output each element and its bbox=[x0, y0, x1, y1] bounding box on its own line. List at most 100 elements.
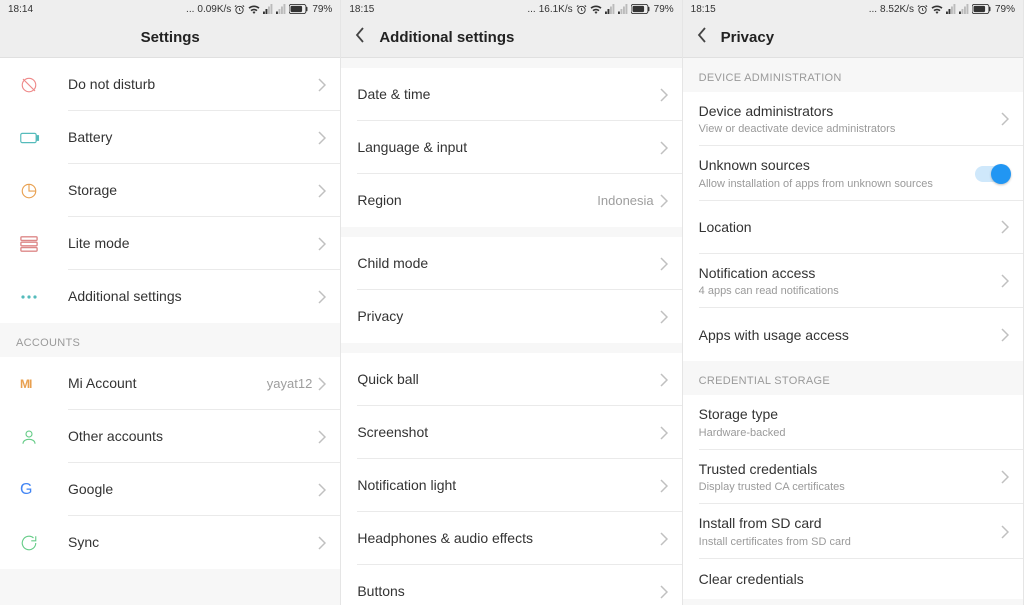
row-label: Storage type bbox=[699, 405, 1009, 423]
row-label: Install from SD card bbox=[699, 514, 1001, 532]
row-privacy[interactable]: Privacy bbox=[341, 290, 681, 343]
status-battery: 79% bbox=[995, 4, 1015, 15]
alarm-icon bbox=[576, 4, 587, 15]
row-sublabel: Allow installation of apps from unknown … bbox=[699, 177, 975, 191]
row-label: Do not disturb bbox=[68, 75, 318, 93]
row-mi-account[interactable]: MI Mi Account yayat12 bbox=[0, 357, 340, 410]
signal-icon-1 bbox=[946, 4, 956, 14]
row-label: Notification access bbox=[699, 264, 1001, 282]
row-unknown-sources[interactable]: Unknown sources Allow installation of ap… bbox=[683, 146, 1023, 200]
row-quick-ball[interactable]: Quick ball bbox=[341, 353, 681, 406]
row-battery[interactable]: Battery bbox=[0, 111, 340, 164]
battery-icon bbox=[972, 4, 992, 14]
lite-mode-icon bbox=[20, 235, 72, 253]
row-install-from-sd[interactable]: Install from SD card Install certificate… bbox=[683, 504, 1023, 558]
chevron-right-icon bbox=[318, 377, 326, 391]
toggle-unknown-sources[interactable] bbox=[975, 166, 1009, 182]
section-credential-storage: CREDENTIAL STORAGE bbox=[683, 361, 1023, 395]
row-label: Clear credentials bbox=[699, 570, 1009, 588]
row-additional-settings[interactable]: Additional settings bbox=[0, 270, 340, 323]
chevron-right-icon bbox=[660, 532, 668, 546]
row-trusted-credentials[interactable]: Trusted credentials Display trusted CA c… bbox=[683, 450, 1023, 504]
row-do-not-disturb[interactable]: Do not disturb bbox=[0, 58, 340, 111]
chevron-right-icon bbox=[660, 373, 668, 387]
row-lite-mode[interactable]: Lite mode bbox=[0, 217, 340, 270]
row-label: Child mode bbox=[357, 254, 659, 272]
section-accounts: ACCOUNTS bbox=[0, 323, 340, 357]
row-language-input[interactable]: Language & input bbox=[341, 121, 681, 174]
row-date-time[interactable]: Date & time bbox=[341, 68, 681, 121]
row-label: Battery bbox=[68, 128, 318, 146]
signal-icon-2 bbox=[959, 4, 969, 14]
content: Date & time Language & input Region Indo… bbox=[341, 58, 681, 605]
row-clear-credentials[interactable]: Clear credentials bbox=[683, 559, 1023, 599]
mi-icon: MI bbox=[20, 377, 72, 391]
row-notification-access[interactable]: Notification access 4 apps can read noti… bbox=[683, 254, 1023, 308]
row-sublabel: Install certificates from SD card bbox=[699, 535, 1001, 549]
chevron-right-icon bbox=[660, 310, 668, 324]
wifi-icon bbox=[931, 4, 943, 14]
row-google[interactable]: G Google bbox=[0, 463, 340, 516]
status-net: 0.09K/s bbox=[197, 4, 231, 15]
chevron-right-icon bbox=[318, 290, 326, 304]
chevron-right-icon bbox=[660, 257, 668, 271]
row-child-mode[interactable]: Child mode bbox=[341, 237, 681, 290]
row-buttons[interactable]: Buttons bbox=[341, 565, 681, 605]
battery-menu-icon bbox=[20, 132, 72, 144]
chevron-right-icon bbox=[1001, 274, 1009, 288]
battery-icon bbox=[631, 4, 651, 14]
back-button[interactable] bbox=[697, 27, 707, 48]
chevron-right-icon bbox=[660, 141, 668, 155]
chevron-right-icon bbox=[660, 194, 668, 208]
row-value: Indonesia bbox=[597, 193, 653, 208]
row-label: Date & time bbox=[357, 85, 659, 103]
status-time: 18:15 bbox=[691, 4, 716, 15]
person-icon bbox=[20, 428, 72, 446]
chevron-right-icon bbox=[318, 536, 326, 550]
chevron-right-icon bbox=[1001, 525, 1009, 539]
row-label: Quick ball bbox=[357, 370, 659, 388]
row-label: Lite mode bbox=[68, 234, 318, 252]
status-bar: 18:15 ... 16.1K/s 79% bbox=[341, 0, 681, 18]
row-headphones-audio[interactable]: Headphones & audio effects bbox=[341, 512, 681, 565]
status-right: ... 8.52K/s 79% bbox=[869, 4, 1015, 15]
status-bar: 18:14 ... 0.09K/s 79% bbox=[0, 0, 340, 18]
signal-icon-2 bbox=[618, 4, 628, 14]
content: DEVICE ADMINISTRATION Device administrat… bbox=[683, 58, 1023, 605]
page-title: Privacy bbox=[721, 29, 774, 46]
row-location[interactable]: Location bbox=[683, 201, 1023, 254]
signal-icon-1 bbox=[605, 4, 615, 14]
row-apps-usage-access[interactable]: Apps with usage access bbox=[683, 308, 1023, 361]
row-notification-light[interactable]: Notification light bbox=[341, 459, 681, 512]
row-device-administrators[interactable]: Device administrators View or deactivate… bbox=[683, 92, 1023, 146]
row-other-accounts[interactable]: Other accounts bbox=[0, 410, 340, 463]
row-screenshot[interactable]: Screenshot bbox=[341, 406, 681, 459]
chevron-right-icon bbox=[660, 426, 668, 440]
page-title: Additional settings bbox=[379, 29, 514, 46]
chevron-right-icon bbox=[318, 237, 326, 251]
chevron-right-icon bbox=[318, 483, 326, 497]
row-sync[interactable]: Sync bbox=[0, 516, 340, 569]
back-button[interactable] bbox=[355, 27, 365, 48]
row-label: Location bbox=[699, 218, 1001, 236]
chevron-right-icon bbox=[660, 585, 668, 599]
status-dots: ... bbox=[527, 4, 535, 15]
chevron-right-icon bbox=[1001, 220, 1009, 234]
chevron-right-icon bbox=[1001, 470, 1009, 484]
row-label: Privacy bbox=[357, 307, 659, 325]
page-title: Settings bbox=[141, 29, 200, 46]
row-storage[interactable]: Storage bbox=[0, 164, 340, 217]
wifi-icon bbox=[590, 4, 602, 14]
sync-icon bbox=[20, 534, 72, 552]
status-battery: 79% bbox=[654, 4, 674, 15]
chevron-right-icon bbox=[660, 88, 668, 102]
chevron-right-icon bbox=[318, 430, 326, 444]
status-bar: 18:15 ... 8.52K/s 79% bbox=[683, 0, 1023, 18]
row-label: Buttons bbox=[357, 582, 659, 600]
row-storage-type[interactable]: Storage type Hardware-backed bbox=[683, 395, 1023, 449]
row-label: Device administrators bbox=[699, 102, 1001, 120]
row-region[interactable]: Region Indonesia bbox=[341, 174, 681, 227]
row-label: Google bbox=[68, 480, 318, 498]
status-net: 8.52K/s bbox=[880, 4, 914, 15]
row-label: Mi Account bbox=[68, 374, 267, 392]
